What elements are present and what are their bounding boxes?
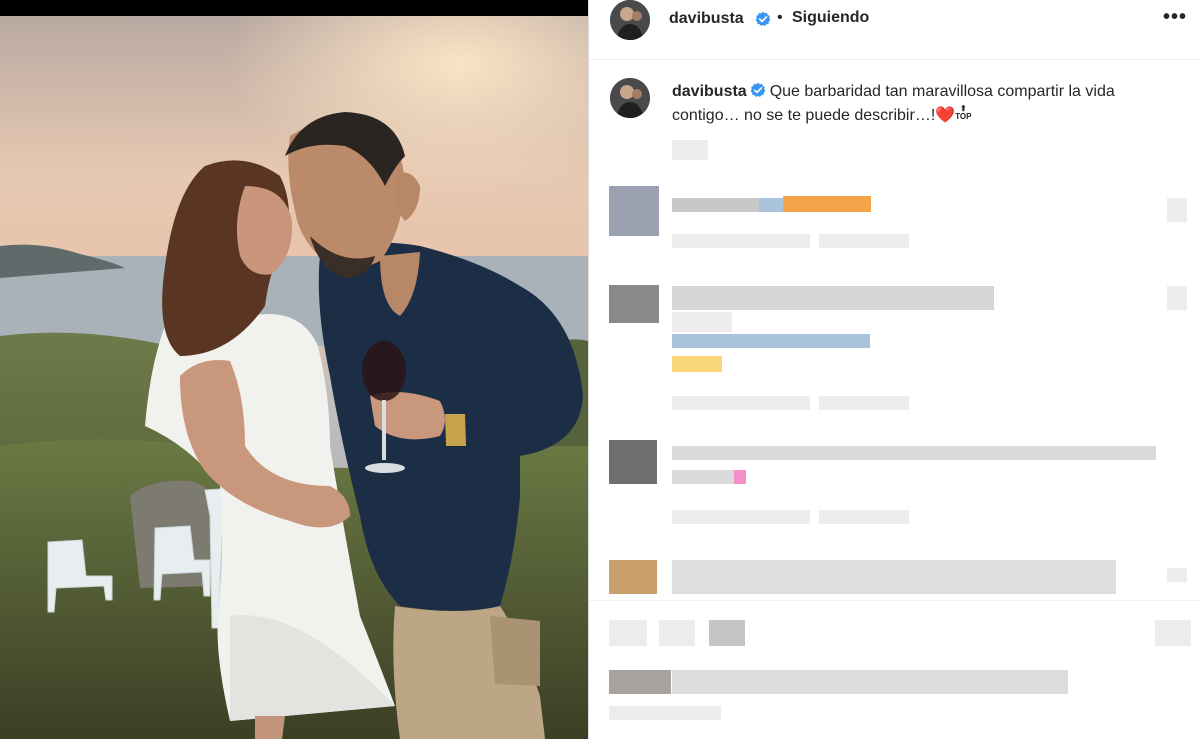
comment-like-icon-blurred[interactable] <box>1167 198 1187 222</box>
caption-username[interactable]: davibusta <box>672 83 747 100</box>
comment-reply-blurred[interactable] <box>819 396 909 410</box>
heart-emoji-icon: ❤️ <box>935 107 956 124</box>
comment-text-blurred <box>672 286 994 310</box>
author-avatar[interactable] <box>610 0 650 40</box>
comment-emoji-blurred <box>672 356 722 372</box>
comment-like-icon-blurred[interactable] <box>1167 568 1187 582</box>
share-icon-blurred[interactable] <box>709 620 745 646</box>
comment-like-icon-blurred[interactable] <box>1167 286 1187 310</box>
post-photo[interactable] <box>0 0 588 739</box>
comment-avatar[interactable] <box>609 186 659 236</box>
post-side-panel: davibusta • Siguiendo ••• davibusta Que b… <box>588 0 1200 739</box>
comment-text-blurred <box>672 334 870 348</box>
comment-reply-blurred[interactable] <box>819 234 909 248</box>
header-separator: • <box>777 9 783 26</box>
liked-by-text-blurred <box>672 670 1068 694</box>
comment-icon-blurred[interactable] <box>659 620 695 646</box>
post-header: davibusta • Siguiendo ••• <box>589 0 1200 60</box>
comment-text-blurred <box>672 312 732 332</box>
comment-meta-blurred <box>672 396 810 410</box>
couple-photo <box>0 16 588 739</box>
post-date-blurred <box>609 706 721 720</box>
comment-emoji-blurred <box>734 470 746 484</box>
caption-avatar[interactable] <box>610 78 650 118</box>
top-word: TOP <box>955 112 972 121</box>
top-arrow-emoji-icon: ⬆ TOP <box>955 105 971 121</box>
comment-meta-blurred <box>672 234 810 248</box>
caption-timestamp-blurred <box>672 140 708 160</box>
comment-text-blurred <box>672 470 734 484</box>
comment-avatar[interactable] <box>609 560 657 594</box>
comment-text-blurred <box>672 560 1116 594</box>
more-options-icon[interactable]: ••• <box>1163 6 1187 29</box>
author-username[interactable]: davibusta <box>669 10 744 28</box>
comment-meta-blurred <box>672 510 810 524</box>
save-icon-blurred[interactable] <box>1155 620 1191 646</box>
post-caption: davibusta Que barbaridad tan maravillosa … <box>672 80 1182 128</box>
comment-emoji-blurred <box>783 196 871 212</box>
like-icon-blurred[interactable] <box>609 620 647 646</box>
comment-text-blurred <box>672 446 1156 460</box>
liked-by-avatars-blurred <box>609 670 671 694</box>
comment-avatar[interactable] <box>609 285 659 323</box>
following-button[interactable]: Siguiendo <box>792 9 869 27</box>
verified-badge-icon <box>755 11 771 26</box>
actions-divider <box>589 600 1200 601</box>
comment-avatar[interactable] <box>609 440 657 484</box>
comment-reply-blurred[interactable] <box>819 510 909 524</box>
photo-top-bar <box>0 0 588 16</box>
caption-verified-badge-icon <box>750 82 766 97</box>
comment-text-blurred <box>759 198 783 212</box>
